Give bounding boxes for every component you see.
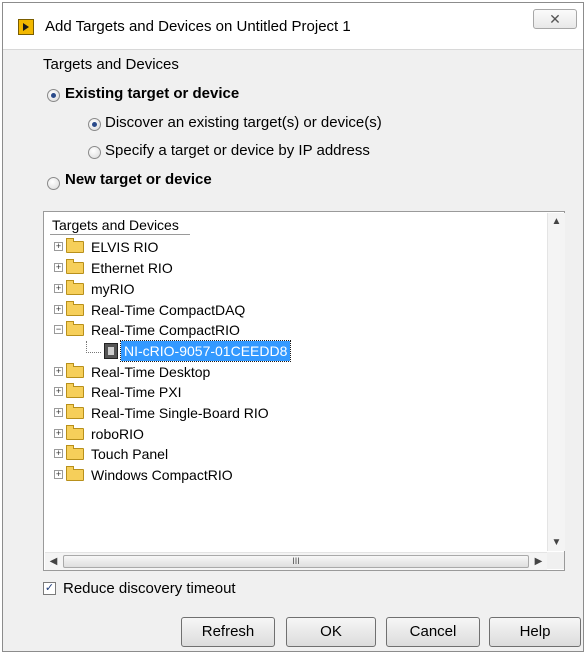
expand-icon[interactable]: + — [54, 367, 63, 376]
expand-icon[interactable]: + — [54, 242, 63, 251]
labview-icon — [18, 19, 34, 35]
title-bar: Add Targets and Devices on Untitled Proj… — [3, 3, 583, 50]
existing-target-radio[interactable] — [47, 89, 60, 102]
dialog-window: Add Targets and Devices on Untitled Proj… — [2, 2, 584, 652]
vertical-scrollbar[interactable]: ▲ ▼ — [547, 213, 565, 551]
window-title: Add Targets and Devices on Untitled Proj… — [45, 18, 351, 35]
expand-icon[interactable]: + — [54, 449, 63, 458]
crio-device-icon — [104, 343, 118, 359]
folder-icon — [66, 321, 84, 336]
tree-item-label: myRIO — [91, 281, 135, 297]
expand-icon[interactable]: + — [54, 429, 63, 438]
folder-icon — [66, 238, 84, 253]
folder-icon — [66, 259, 84, 274]
reduce-timeout-checkbox[interactable]: ✓ — [43, 582, 56, 595]
expand-icon[interactable]: + — [54, 408, 63, 417]
existing-target-label[interactable]: Existing target or device — [65, 85, 239, 102]
tree-item-label: Real-Time PXI — [91, 384, 182, 400]
tree-item-label: Windows CompactRIO — [91, 467, 233, 483]
targets-tree[interactable]: Targets and Devices + ELVIS RIO + Ethern… — [43, 211, 565, 571]
folder-icon — [66, 280, 84, 295]
expand-icon[interactable]: + — [54, 387, 63, 396]
collapse-icon[interactable]: − — [54, 325, 63, 334]
expand-icon[interactable]: + — [54, 305, 63, 314]
ok-button[interactable]: OK — [286, 617, 376, 647]
close-button[interactable]: ✕ — [533, 9, 577, 29]
refresh-button[interactable]: Refresh — [181, 617, 275, 647]
expand-icon[interactable]: + — [54, 263, 63, 272]
tree-item-label: Real-Time Desktop — [91, 364, 211, 380]
tree-item-label: Real-Time CompactDAQ — [91, 302, 246, 318]
folder-icon — [66, 301, 84, 316]
tree-item-label: Real-Time CompactRIO — [91, 322, 240, 338]
horizontal-scrollbar[interactable]: ◀ III ▶ — [45, 552, 547, 570]
folder-icon — [66, 404, 84, 419]
new-target-label[interactable]: New target or device — [65, 171, 212, 188]
reduce-timeout-label[interactable]: Reduce discovery timeout — [63, 580, 236, 597]
scroll-right-icon[interactable]: ▶ — [530, 553, 547, 570]
scroll-corner — [547, 552, 564, 569]
tree-item-label: Touch Panel — [91, 446, 169, 462]
scroll-down-icon[interactable]: ▼ — [548, 534, 565, 551]
tree-header: Targets and Devices — [52, 217, 179, 233]
tree-item-label: roboRIO — [91, 426, 144, 442]
tree-item-label: ELVIS RIO — [91, 239, 159, 255]
tree-item-label: Real-Time Single-Board RIO — [91, 405, 269, 421]
tree-header-divider — [50, 234, 190, 235]
cancel-button[interactable]: Cancel — [386, 617, 480, 647]
discover-label[interactable]: Discover an existing target(s) or device… — [105, 114, 382, 131]
expand-icon[interactable]: + — [54, 470, 63, 479]
folder-icon — [66, 363, 84, 378]
targets-group-label: Targets and Devices — [43, 56, 179, 73]
new-target-radio[interactable] — [47, 177, 60, 190]
selected-device-label[interactable]: NI-cRIO-9057-01CEEDD8 — [119, 340, 292, 362]
specify-ip-label[interactable]: Specify a target or device by IP address — [105, 142, 370, 159]
expand-icon[interactable]: + — [54, 284, 63, 293]
folder-icon — [66, 445, 84, 460]
folder-icon — [66, 466, 84, 481]
scroll-up-icon[interactable]: ▲ — [548, 213, 565, 230]
tree-item-label: Ethernet RIO — [91, 260, 173, 276]
discover-radio[interactable] — [88, 118, 101, 131]
folder-icon — [66, 383, 84, 398]
specify-ip-radio[interactable] — [88, 146, 101, 159]
folder-icon — [66, 425, 84, 440]
help-button[interactable]: Help — [489, 617, 581, 647]
horizontal-scroll-thumb[interactable]: III — [63, 555, 529, 568]
tree-connector — [86, 341, 101, 353]
scroll-left-icon[interactable]: ◀ — [45, 553, 62, 570]
